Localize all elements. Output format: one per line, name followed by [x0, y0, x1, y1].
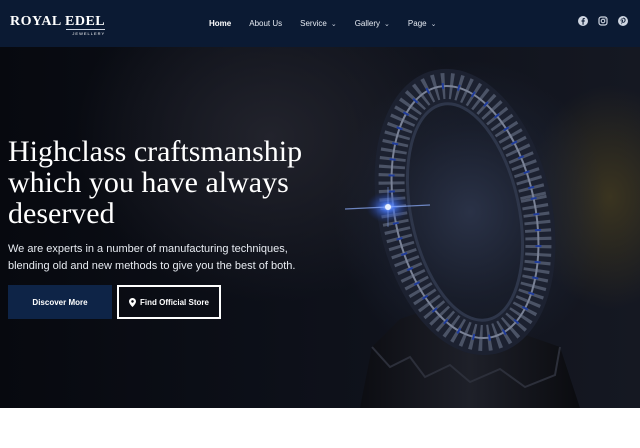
nav-item-label: Page [407, 19, 427, 28]
chevron-down-icon: ⌄ [330, 20, 337, 28]
nav-item-about[interactable]: About Us [249, 19, 282, 28]
discover-more-label: Discover More [32, 297, 88, 307]
nav-item-label: Gallery [354, 19, 381, 28]
find-official-store-button[interactable]: Find Official Store [117, 285, 221, 319]
top-navbar: Royal Edel JEWELLERY Home About Us Servi… [0, 0, 640, 47]
facebook-icon[interactable] [578, 16, 588, 26]
hero-headline: Highclass craftsmanship which you have a… [8, 135, 303, 230]
brand-logo[interactable]: Royal Edel JEWELLERY [10, 14, 106, 36]
nav-item-gallery[interactable]: Gallery ⌄ [355, 19, 390, 28]
brand-tagline: JEWELLERY [66, 29, 106, 36]
find-official-store-label: Find Official Store [140, 297, 209, 307]
chevron-down-icon: ⌄ [430, 20, 437, 28]
nav-item-home[interactable]: Home [209, 19, 231, 28]
social-links [568, 16, 628, 26]
pinterest-icon[interactable] [618, 16, 628, 26]
hero-subtext: We are experts in a number of manufactur… [8, 243, 296, 272]
nav-item-page[interactable]: Page ⌄ [408, 19, 437, 28]
nav-item-label: About Us [249, 19, 283, 28]
main-nav: Home About Us Service ⌄ Gallery ⌄ Page ⌄ [200, 0, 445, 47]
map-pin-icon [129, 297, 137, 307]
nav-item-label: Home [209, 19, 232, 28]
nav-item-service[interactable]: Service ⌄ [300, 19, 337, 28]
nav-item-label: Service [300, 19, 327, 28]
discover-more-button[interactable]: Discover More [8, 285, 112, 319]
brand-name: Royal Edel [10, 14, 106, 29]
chevron-down-icon: ⌄ [384, 20, 390, 28]
instagram-icon[interactable] [598, 16, 608, 26]
hero-section: Highclass craftsmanship which you have a… [0, 47, 640, 408]
page-content-area [0, 408, 640, 448]
